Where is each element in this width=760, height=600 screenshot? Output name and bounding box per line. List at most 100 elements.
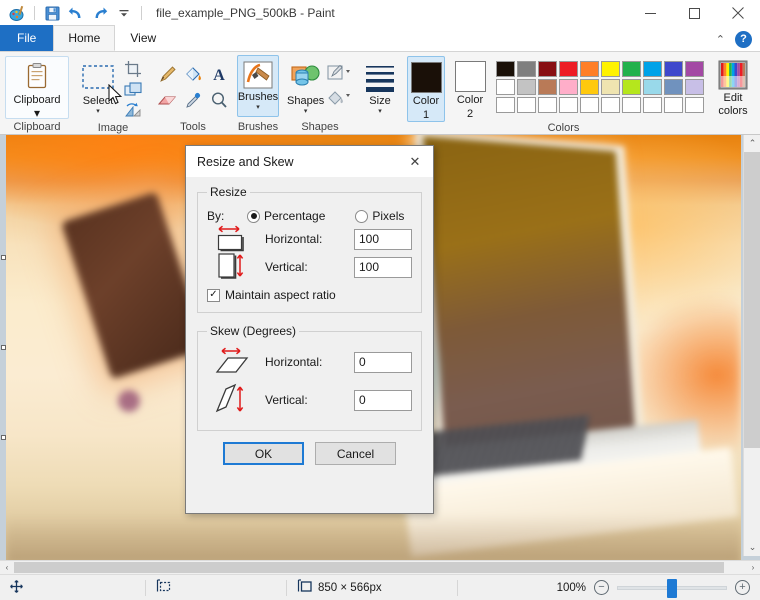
color-swatch-1-5[interactable] xyxy=(580,61,599,77)
shapes-button[interactable]: Shapes ▾ xyxy=(287,56,324,115)
color-swatch-2-5[interactable] xyxy=(580,79,599,95)
save-icon[interactable] xyxy=(41,2,63,24)
radio-pixels-label[interactable]: Pixels xyxy=(372,209,404,223)
select-button[interactable]: Select ▾ xyxy=(79,56,117,115)
zoom-in-button[interactable]: + xyxy=(735,580,750,595)
edit-colors-button[interactable]: Edit colors xyxy=(711,56,755,117)
resize-horizontal-input[interactable]: 100 xyxy=(354,228,412,250)
color-swatch-2-3[interactable] xyxy=(538,79,557,95)
resize-icon[interactable] xyxy=(119,79,147,100)
brushes-button[interactable]: Brushes ▾ xyxy=(237,55,279,117)
radio-percentage[interactable] xyxy=(247,209,260,223)
skew-horizontal-input[interactable]: 0 xyxy=(354,351,412,373)
color-swatch-1-10[interactable] xyxy=(685,61,704,77)
horizontal-scroll-thumb[interactable] xyxy=(14,562,724,573)
scroll-down-icon[interactable]: ⌄ xyxy=(744,539,760,556)
ribbon-group-size: Size ▾ xyxy=(358,52,402,134)
tab-view[interactable]: View xyxy=(115,25,171,51)
vertical-scrollbar[interactable]: ⌃ ⌄ xyxy=(743,135,760,556)
rotate-icon[interactable] xyxy=(119,100,147,121)
color-swatch-1-3[interactable] xyxy=(538,61,557,77)
maintain-aspect-ratio-row[interactable]: ✓ Maintain aspect ratio xyxy=(207,288,412,302)
color2-button[interactable]: Color 2 xyxy=(451,56,489,120)
canvas-resize-handle-left-3[interactable] xyxy=(1,435,6,440)
color-swatch-1-6[interactable] xyxy=(601,61,620,77)
clipboard-dropdown-arrow[interactable]: ▾ xyxy=(34,106,40,120)
group-label-tools: Tools xyxy=(180,121,206,133)
skew-vertical-input[interactable]: 0 xyxy=(354,389,412,411)
crop-icon[interactable] xyxy=(119,58,147,79)
maintain-aspect-ratio-checkbox[interactable]: ✓ xyxy=(207,288,220,302)
color-swatch-3-8[interactable] xyxy=(643,97,662,113)
brushes-dropdown-arrow[interactable]: ▾ xyxy=(256,104,260,111)
resize-vertical-input[interactable]: 100 xyxy=(354,256,412,278)
zoom-controls: 100% − + xyxy=(557,578,760,598)
fill-with-color-icon[interactable] xyxy=(180,61,206,87)
help-icon[interactable]: ? xyxy=(735,30,752,48)
color1-button[interactable]: Color 1 xyxy=(407,56,445,122)
color-swatch-3-9[interactable] xyxy=(664,97,683,113)
maintain-aspect-ratio-label[interactable]: Maintain aspect ratio xyxy=(225,288,336,302)
clipboard-button[interactable]: Clipboard ▾ xyxy=(5,56,69,120)
horizontal-scrollbar[interactable]: ‹ › xyxy=(0,560,760,574)
dialog-close-button[interactable]: ✕ xyxy=(397,146,433,177)
pencil-icon[interactable] xyxy=(154,61,180,87)
customize-qat-icon[interactable] xyxy=(113,2,135,24)
color-swatch-2-7[interactable] xyxy=(622,79,641,95)
color-swatch-1-9[interactable] xyxy=(664,61,683,77)
color-swatch-2-1[interactable] xyxy=(496,79,515,95)
fill-icon[interactable] xyxy=(326,85,356,109)
paint-app-icon[interactable] xyxy=(6,2,28,24)
zoom-slider-thumb[interactable] xyxy=(667,578,677,598)
tab-file[interactable]: File xyxy=(0,25,54,51)
shapes-dropdown-arrow[interactable]: ▾ xyxy=(304,108,308,115)
color-swatch-2-10[interactable] xyxy=(685,79,704,95)
text-icon[interactable]: A xyxy=(206,61,232,87)
size-button[interactable]: Size ▾ xyxy=(363,56,397,115)
canvas-resize-handle-left-2[interactable] xyxy=(1,255,6,260)
color-swatch-3-2[interactable] xyxy=(517,97,536,113)
close-button[interactable] xyxy=(716,0,760,26)
minimize-button[interactable] xyxy=(628,0,672,26)
scroll-right-icon[interactable]: › xyxy=(746,561,760,574)
vertical-scroll-thumb[interactable] xyxy=(744,152,760,448)
radio-percentage-label[interactable]: Percentage xyxy=(264,209,325,223)
canvas-resize-handle-left[interactable] xyxy=(1,345,6,350)
redo-icon[interactable] xyxy=(89,2,111,24)
color-swatch-3-1[interactable] xyxy=(496,97,515,113)
color-swatch-3-6[interactable] xyxy=(601,97,620,113)
magnifier-icon[interactable] xyxy=(206,87,232,113)
maximize-button[interactable] xyxy=(672,0,716,26)
size-dropdown-arrow[interactable]: ▾ xyxy=(378,108,382,115)
color-swatch-3-10[interactable] xyxy=(685,97,704,113)
color-picker-icon[interactable] xyxy=(180,87,206,113)
color-swatch-2-4[interactable] xyxy=(559,79,578,95)
color-swatch-2-2[interactable] xyxy=(517,79,536,95)
color-swatch-2-9[interactable] xyxy=(664,79,683,95)
color-swatch-3-7[interactable] xyxy=(622,97,641,113)
color-swatch-3-5[interactable] xyxy=(580,97,599,113)
select-dropdown-arrow[interactable]: ▾ xyxy=(96,108,100,115)
color-swatch-1-7[interactable] xyxy=(622,61,641,77)
outline-icon[interactable] xyxy=(326,61,356,85)
tab-home[interactable]: Home xyxy=(53,25,116,51)
scroll-left-icon[interactable]: ‹ xyxy=(0,561,14,574)
ok-button[interactable]: OK xyxy=(223,442,304,465)
color-swatch-1-8[interactable] xyxy=(643,61,662,77)
zoom-slider-track[interactable] xyxy=(617,578,727,598)
color-swatch-3-3[interactable] xyxy=(538,97,557,113)
color-swatch-1-1[interactable] xyxy=(496,61,515,77)
color-swatch-2-8[interactable] xyxy=(643,79,662,95)
color-swatch-3-4[interactable] xyxy=(559,97,578,113)
color-swatch-1-2[interactable] xyxy=(517,61,536,77)
zoom-out-button[interactable]: − xyxy=(594,580,609,595)
scroll-up-icon[interactable]: ⌃ xyxy=(744,135,760,152)
radio-pixels[interactable] xyxy=(355,209,369,223)
collapse-ribbon-icon[interactable]: ⌃ xyxy=(712,33,729,46)
color-swatch-1-4[interactable] xyxy=(559,61,578,77)
undo-icon[interactable] xyxy=(65,2,87,24)
cancel-button[interactable]: Cancel xyxy=(315,442,396,465)
color-palette[interactable] xyxy=(495,56,705,114)
color-swatch-2-6[interactable] xyxy=(601,79,620,95)
eraser-icon[interactable] xyxy=(154,87,180,113)
